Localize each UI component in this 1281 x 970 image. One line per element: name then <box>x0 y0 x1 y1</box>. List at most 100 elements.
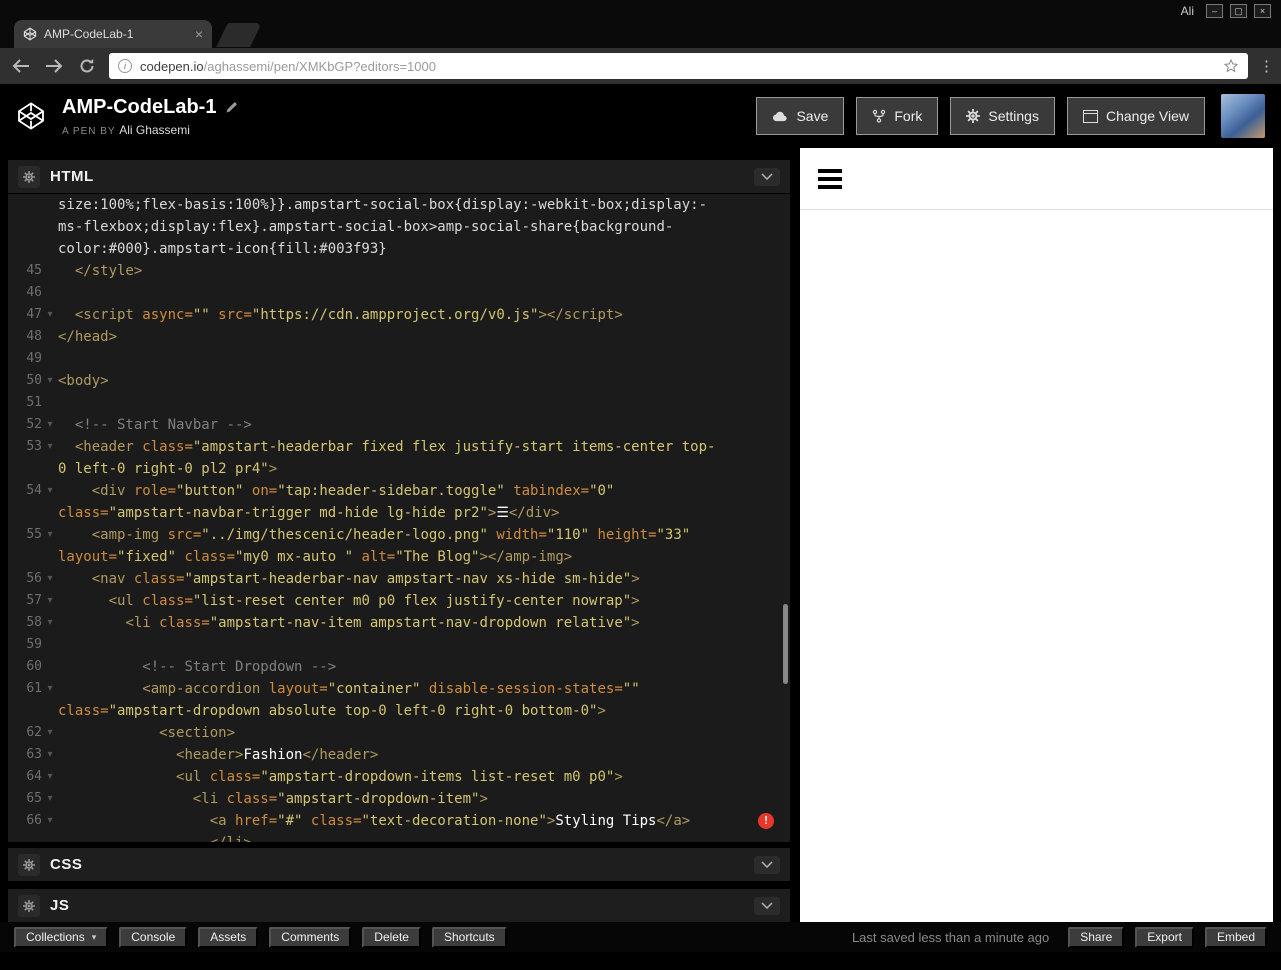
window-close-button[interactable]: × <box>1254 4 1271 18</box>
fold-arrow-icon[interactable]: ▾ <box>42 524 58 546</box>
tab-title: AMP-CodeLab-1 <box>44 27 134 41</box>
delete-button[interactable]: Delete <box>362 926 421 948</box>
preview-pane <box>800 148 1273 922</box>
header-actions: Save Fork Settings Change View <box>756 94 1265 138</box>
code-line[interactable]: </li> <box>8 832 790 842</box>
code-line[interactable]: 54 ▾ <div role="button" on="tap:header-si… <box>8 480 790 502</box>
fold-arrow-icon[interactable]: ▾ <box>42 788 58 810</box>
shortcuts-button[interactable]: Shortcuts <box>431 926 507 948</box>
fold-arrow-icon[interactable]: ▾ <box>42 722 58 744</box>
url-bar[interactable]: i codepen.io/aghassemi/pen/XMKbGP?editor… <box>109 53 1248 79</box>
code-line[interactable]: 59 <box>8 634 790 656</box>
share-button[interactable]: Share <box>1068 926 1125 948</box>
css-collapse-button[interactable] <box>754 855 780 874</box>
site-info-icon[interactable]: i <box>118 59 132 73</box>
fold-arrow-icon[interactable]: ▾ <box>42 370 58 392</box>
back-button[interactable] <box>10 55 32 77</box>
export-button[interactable]: Export <box>1135 926 1194 948</box>
code-line[interactable]: 58 ▾ <li class="ampstart-nav-item ampstar… <box>8 612 790 634</box>
fold-arrow-icon[interactable]: ▾ <box>42 744 58 766</box>
fold-arrow-icon[interactable]: ▾ <box>42 612 58 634</box>
code-line[interactable]: 61 ▾ <amp-accordion layout="container" di… <box>8 678 790 700</box>
fold-arrow-icon[interactable]: ▾ <box>42 480 58 502</box>
reload-button[interactable] <box>76 55 98 77</box>
fold-arrow-icon[interactable]: ▾ <box>42 414 58 436</box>
code-line[interactable]: 53 ▾ <header class="ampstart-headerbar fi… <box>8 436 790 458</box>
chevron-down-icon <box>761 861 773 868</box>
code-line[interactable]: layout="fixed" class="my0 mx-auto " alt=… <box>8 546 790 568</box>
editor-scrollbar-thumb[interactable] <box>783 604 788 684</box>
line-number: 52 <box>26 417 42 432</box>
code-line[interactable]: 66 ▾ <a href="#" class="text-decoration-n… <box>8 810 790 832</box>
code-line[interactable]: 63 ▾ <header>Fashion</header> <box>8 744 790 766</box>
chevron-down-icon <box>761 902 773 909</box>
bookmark-star-icon[interactable] <box>1223 58 1239 74</box>
code-line[interactable]: 65 ▾ <li class="ampstart-dropdown-item"> <box>8 788 790 810</box>
pane-resize-gutter[interactable] <box>790 148 800 922</box>
code-line[interactable]: 50 ▾ <body> <box>8 370 790 392</box>
author-link[interactable]: Ali Ghassemi <box>119 123 190 137</box>
js-editor-settings-button[interactable] <box>18 894 40 917</box>
maximize-button[interactable]: ▢ <box>1230 4 1247 18</box>
byline: A PEN BY Ali Ghassemi <box>62 123 239 137</box>
change-view-button[interactable]: Change View <box>1066 97 1205 135</box>
new-tab-button[interactable] <box>216 23 262 47</box>
fold-arrow-icon[interactable]: ▾ <box>42 568 58 590</box>
fold-arrow-icon[interactable]: ▾ <box>42 766 58 788</box>
console-button[interactable]: Console <box>119 926 188 948</box>
save-button[interactable]: Save <box>756 97 845 135</box>
code-text: <li class="ampstart-nav-item ampstart-na… <box>125 615 640 631</box>
html-collapse-button[interactable] <box>754 167 780 186</box>
edit-title-pencil-icon[interactable] <box>225 100 239 114</box>
browser-menu-button[interactable]: ⋮ <box>1259 57 1274 75</box>
code-line[interactable]: class="ampstart-navbar-trigger md-hide l… <box>8 502 790 524</box>
css-editor-settings-button[interactable] <box>18 853 40 876</box>
code-line[interactable]: color:#000}.ampstart-icon{fill:#003f93} <box>8 238 790 260</box>
js-collapse-button[interactable] <box>754 896 780 915</box>
code-line[interactable]: ms-flexbox;display:flex}.ampstart-social… <box>8 216 790 238</box>
code-text: <!-- Start Dropdown --> <box>142 659 337 675</box>
collections-button[interactable]: Collections ▾ <box>14 926 109 948</box>
tab-close-icon[interactable]: × <box>195 27 203 41</box>
code-line[interactable]: 60 <!-- Start Dropdown --> <box>8 656 790 678</box>
assets-button[interactable]: Assets <box>198 926 259 948</box>
embed-button[interactable]: Embed <box>1204 926 1267 948</box>
html-code-editor[interactable]: size:100%;flex-basis:100%}}.ampstart-soc… <box>8 193 790 842</box>
avatar[interactable] <box>1221 94 1265 138</box>
settings-button[interactable]: Settings <box>950 97 1055 135</box>
code-line[interactable]: size:100%;flex-basis:100%}}.ampstart-soc… <box>8 194 790 216</box>
html-editor-settings-button[interactable] <box>18 165 40 188</box>
code-line[interactable]: 46 <box>8 282 790 304</box>
code-line[interactable]: class="ampstart-dropdown absolute top-0 … <box>8 700 790 722</box>
browser-tab[interactable]: AMP-CodeLab-1 × <box>14 20 212 48</box>
html-panel-label: HTML <box>50 168 94 185</box>
fold-arrow-icon[interactable]: ▾ <box>42 436 58 458</box>
code-line[interactable]: 49 <box>8 348 790 370</box>
code-text: <header>Fashion</header> <box>176 747 379 763</box>
comments-button[interactable]: Comments <box>269 926 352 948</box>
hamburger-menu-icon[interactable] <box>818 168 842 189</box>
code-text: class="ampstart-dropdown absolute top-0 … <box>58 703 606 719</box>
code-line[interactable]: 56 ▾ <nav class="ampstart-headerbar-nav a… <box>8 568 790 590</box>
code-line[interactable]: 52 ▾ <!-- Start Navbar --> <box>8 414 790 436</box>
fold-arrow-icon[interactable]: ▾ <box>42 810 58 832</box>
minimize-button[interactable]: – <box>1206 4 1223 18</box>
fork-button[interactable]: Fork <box>856 97 939 135</box>
line-number: 60 <box>26 659 42 674</box>
code-line[interactable]: 64 ▾ <ul class="ampstart-dropdown-items l… <box>8 766 790 788</box>
error-badge[interactable]: ! <box>758 813 774 829</box>
code-text: ms-flexbox;display:flex}.ampstart-social… <box>58 219 674 235</box>
code-line[interactable]: 45 </style> <box>8 260 790 282</box>
code-line[interactable]: 51 <box>8 392 790 414</box>
code-line[interactable]: 55 ▾ <amp-img src="../img/thescenic/heade… <box>8 524 790 546</box>
codepen-logo[interactable] <box>16 101 46 131</box>
fold-arrow-icon[interactable]: ▾ <box>42 590 58 612</box>
code-line[interactable]: 48 </head> <box>8 326 790 348</box>
code-line[interactable]: 47 ▾ <script async="" src="https://cdn.am… <box>8 304 790 326</box>
code-line[interactable]: 0 left-0 right-0 pl2 pr4"> <box>8 458 790 480</box>
forward-button[interactable] <box>43 55 65 77</box>
fold-arrow-icon[interactable]: ▾ <box>42 678 58 700</box>
code-line[interactable]: 62 ▾ <section> <box>8 722 790 744</box>
fold-arrow-icon[interactable]: ▾ <box>42 304 58 326</box>
code-line[interactable]: 57 ▾ <ul class="list-reset center m0 p0 f… <box>8 590 790 612</box>
